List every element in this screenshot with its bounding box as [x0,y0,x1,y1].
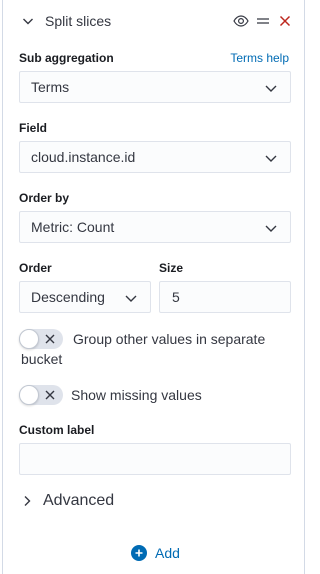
field-value: cloud.instance.id [31,149,136,165]
terms-help-link[interactable]: Terms help [230,51,289,65]
order-label: Order [19,261,52,275]
switch-knob [19,385,39,405]
size-label: Size [159,261,184,275]
order-by-label: Order by [19,191,70,205]
chevron-down-icon [265,155,277,162]
plus-circle-icon [131,545,147,561]
sub-aggregation-value: Terms [31,79,70,95]
add-button[interactable]: Add [131,545,180,561]
order-by-value: Metric: Count [31,219,115,235]
show-missing-switch[interactable] [19,385,63,405]
aggregation-title: Split slices [45,13,112,29]
show-missing-label: Show missing values [71,387,202,403]
sub-aggregation-label: Sub aggregation [19,51,114,65]
chevron-right-icon [24,496,31,506]
chevron-down-icon [125,295,137,302]
custom-label-label: Custom label [19,423,95,437]
chevron-down-icon [265,225,277,232]
aggregation-header: Split slices [21,9,293,33]
split-slices-panel: Split slices Sub aggregation Terms help … [2,0,305,574]
chevron-down-icon [265,85,277,92]
advanced-label: Advanced [43,492,115,509]
order-select[interactable]: Descending [19,281,151,313]
show-missing-row: Show missing values [19,385,202,405]
cross-icon [45,390,55,400]
size-input[interactable] [159,281,291,313]
cross-icon [45,334,55,344]
advanced-toggle[interactable]: Advanced [21,492,114,510]
add-label: Add [155,545,180,561]
remove-icon[interactable] [277,13,293,29]
order-value: Descending [31,289,105,305]
switch-knob [19,329,39,349]
order-by-select[interactable]: Metric: Count [19,211,291,243]
eye-icon[interactable] [233,13,249,29]
header-actions [233,13,293,29]
field-label: Field [19,121,48,135]
custom-label-input[interactable] [19,443,291,475]
field-select[interactable]: cloud.instance.id [19,141,291,173]
chevron-down-icon[interactable] [21,14,35,28]
sub-aggregation-select[interactable]: Terms [19,71,291,103]
drag-handle-icon[interactable] [255,13,271,29]
group-other-switch[interactable] [19,329,63,349]
